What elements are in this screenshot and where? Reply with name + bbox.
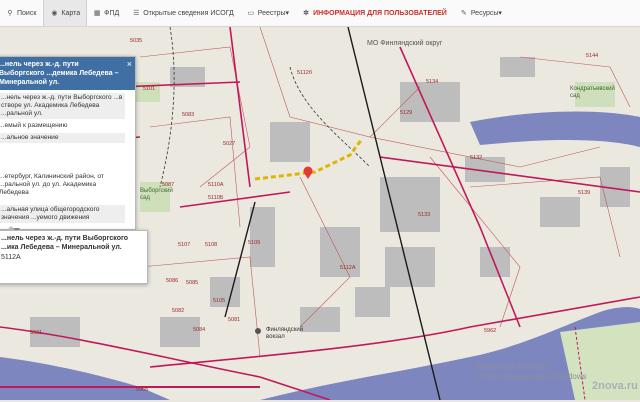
block-label: 5133 (418, 212, 431, 218)
block-label: 5112б (297, 70, 312, 76)
nav-search-label: Поиск (17, 9, 37, 17)
popup-title[interactable]: ...нель через ж.-д. пути Выборгского ...… (0, 231, 147, 252)
panel-row-status: ...емый к размещению (0, 122, 68, 129)
station-icon (255, 328, 261, 334)
nav-resources[interactable]: ✎ Ресурсы ▾ (454, 0, 509, 26)
nav-open-data-label: Открытые сведения ИСОГД (143, 9, 234, 17)
block-label: 5144 (586, 53, 599, 59)
block-label: 5085 (186, 280, 199, 286)
top-navbar: ⚲ Поиск ◉ Карта ▦ ФПД ☰ Открытые сведени… (0, 0, 640, 27)
watermark-line2: Чтобы активировать Windows (476, 372, 587, 381)
panel-row-location: ...етербург, Калининский район, от ...ра… (0, 173, 104, 196)
chevron-down-icon: ▾ (498, 10, 502, 17)
list-icon: ☰ (133, 10, 140, 17)
nav-registers[interactable]: ▭ Реестры ▾ (241, 0, 296, 26)
grid-icon: ▦ (93, 10, 101, 17)
block-label: 5082 (172, 308, 185, 314)
block-label: 5081 (228, 317, 241, 323)
panel-title: ...нель через ж.-д. пути Выборгского ...… (0, 57, 135, 90)
map-label-garden: Выборгский сад (140, 188, 173, 201)
nav-info[interactable]: ✲ ИНФОРМАЦИЯ ДЛЯ ПОЛЬЗОВАТЕЛЕЙ (296, 0, 454, 26)
nav-fpd-label: ФПД (104, 9, 120, 17)
block-label: 5962 (484, 328, 497, 334)
globe-icon: ◉ (51, 10, 58, 17)
block-label: 5112А (340, 265, 356, 271)
nav-map-label: Карта (61, 9, 81, 17)
block-label: 5921 (30, 330, 43, 336)
block-label: 5139 (578, 190, 591, 196)
block-label: 5110А (208, 182, 224, 188)
folder-icon: ▭ (247, 10, 255, 17)
block-label: 5132 (470, 155, 483, 161)
close-icon[interactable]: × (127, 59, 132, 69)
block-label: 5109 (248, 240, 261, 246)
nav-registers-label: Реестры (257, 9, 286, 17)
block-label: 5027 (223, 141, 236, 147)
block-label: 5965 (136, 387, 149, 393)
windows-watermark: Активация Windows Чтобы активировать Win… (476, 362, 587, 382)
nav-search[interactable]: ⚲ Поиск (0, 0, 43, 26)
object-info-panel: ...нель через ж.-д. пути Выборгского ...… (0, 56, 136, 230)
nav-map[interactable]: ◉ Карта (43, 0, 88, 26)
block-label: 5083 (182, 112, 195, 118)
popup-pointer (6, 226, 16, 231)
nav-info-label: ИНФОРМАЦИЯ ДЛЯ ПОЛЬЗОВАТЕЛЕЙ (313, 9, 447, 17)
block-label: 5110Б (208, 195, 224, 201)
panel-row-category: ...альная улица общегородского значения … (0, 205, 125, 223)
block-label: 5108 (205, 242, 218, 248)
panel-row-significance: ...альное значение (0, 133, 125, 143)
edit-icon: ✎ (460, 10, 467, 17)
nav-open-data[interactable]: ☰ Открытые сведения ИСОГД (126, 0, 241, 26)
watermark-line1: Активация Windows (476, 362, 550, 371)
nav-resources-label: Ресурсы (470, 9, 499, 17)
search-icon: ⚲ (7, 10, 13, 17)
site-watermark: 2nova.ru (592, 380, 638, 392)
chevron-down-icon: ▾ (285, 10, 290, 17)
block-label: 5129 (400, 110, 413, 116)
block-label: 5035 (130, 38, 143, 44)
panel-row-name: ...нель через ж.-д. пути Выборгского ...… (0, 93, 125, 119)
block-label: 5086 (166, 278, 179, 284)
block-label: 5105 (213, 298, 226, 304)
map-label-station: Финляндский вокзал (266, 327, 304, 340)
block-label: 5107 (178, 242, 191, 248)
block-label: 5084 (193, 327, 206, 333)
block-label: 5101 (143, 86, 156, 92)
map-popup: ...нель через ж.-д. пути Выборгского ...… (0, 226, 148, 284)
popup-id: 5112А (1, 254, 21, 261)
nav-fpd[interactable]: ▦ ФПД (87, 0, 126, 26)
block-label: 5087 (162, 182, 175, 188)
map-label-district: МО Финляндский округ (367, 40, 443, 47)
gear-icon: ✲ (303, 10, 309, 17)
block-label: 5134 (426, 79, 439, 85)
map-label-garden2: Кондратьевский сад (570, 86, 615, 99)
